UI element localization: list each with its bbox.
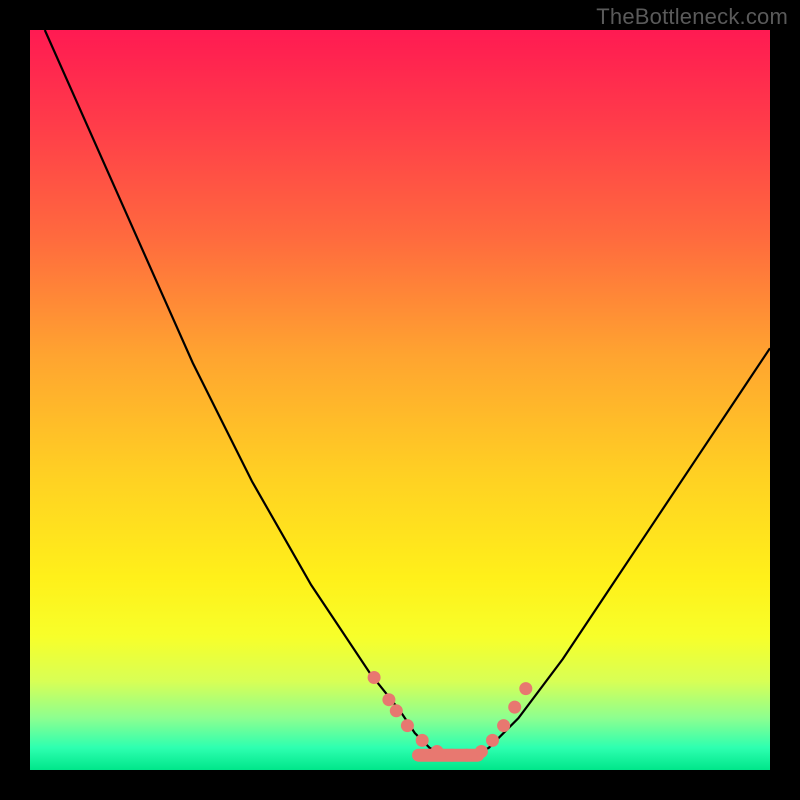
marker-dot bbox=[460, 749, 473, 762]
chart-svg bbox=[30, 30, 770, 770]
marker-dot bbox=[445, 749, 458, 762]
marker-dot bbox=[519, 682, 532, 695]
marker-dot bbox=[431, 745, 444, 758]
marker-dot bbox=[390, 704, 403, 717]
marker-dot bbox=[475, 745, 488, 758]
chart-frame: TheBottleneck.com bbox=[0, 0, 800, 800]
bottleneck-curve bbox=[45, 30, 770, 759]
marker-dot bbox=[382, 693, 395, 706]
watermark-text: TheBottleneck.com bbox=[596, 4, 788, 30]
marker-dot bbox=[486, 734, 499, 747]
marker-dot bbox=[368, 671, 381, 684]
marker-dot bbox=[401, 719, 414, 732]
highlight-markers bbox=[368, 671, 533, 762]
marker-dot bbox=[416, 734, 429, 747]
marker-dot bbox=[508, 701, 521, 714]
marker-dot bbox=[497, 719, 510, 732]
plot-area bbox=[30, 30, 770, 770]
